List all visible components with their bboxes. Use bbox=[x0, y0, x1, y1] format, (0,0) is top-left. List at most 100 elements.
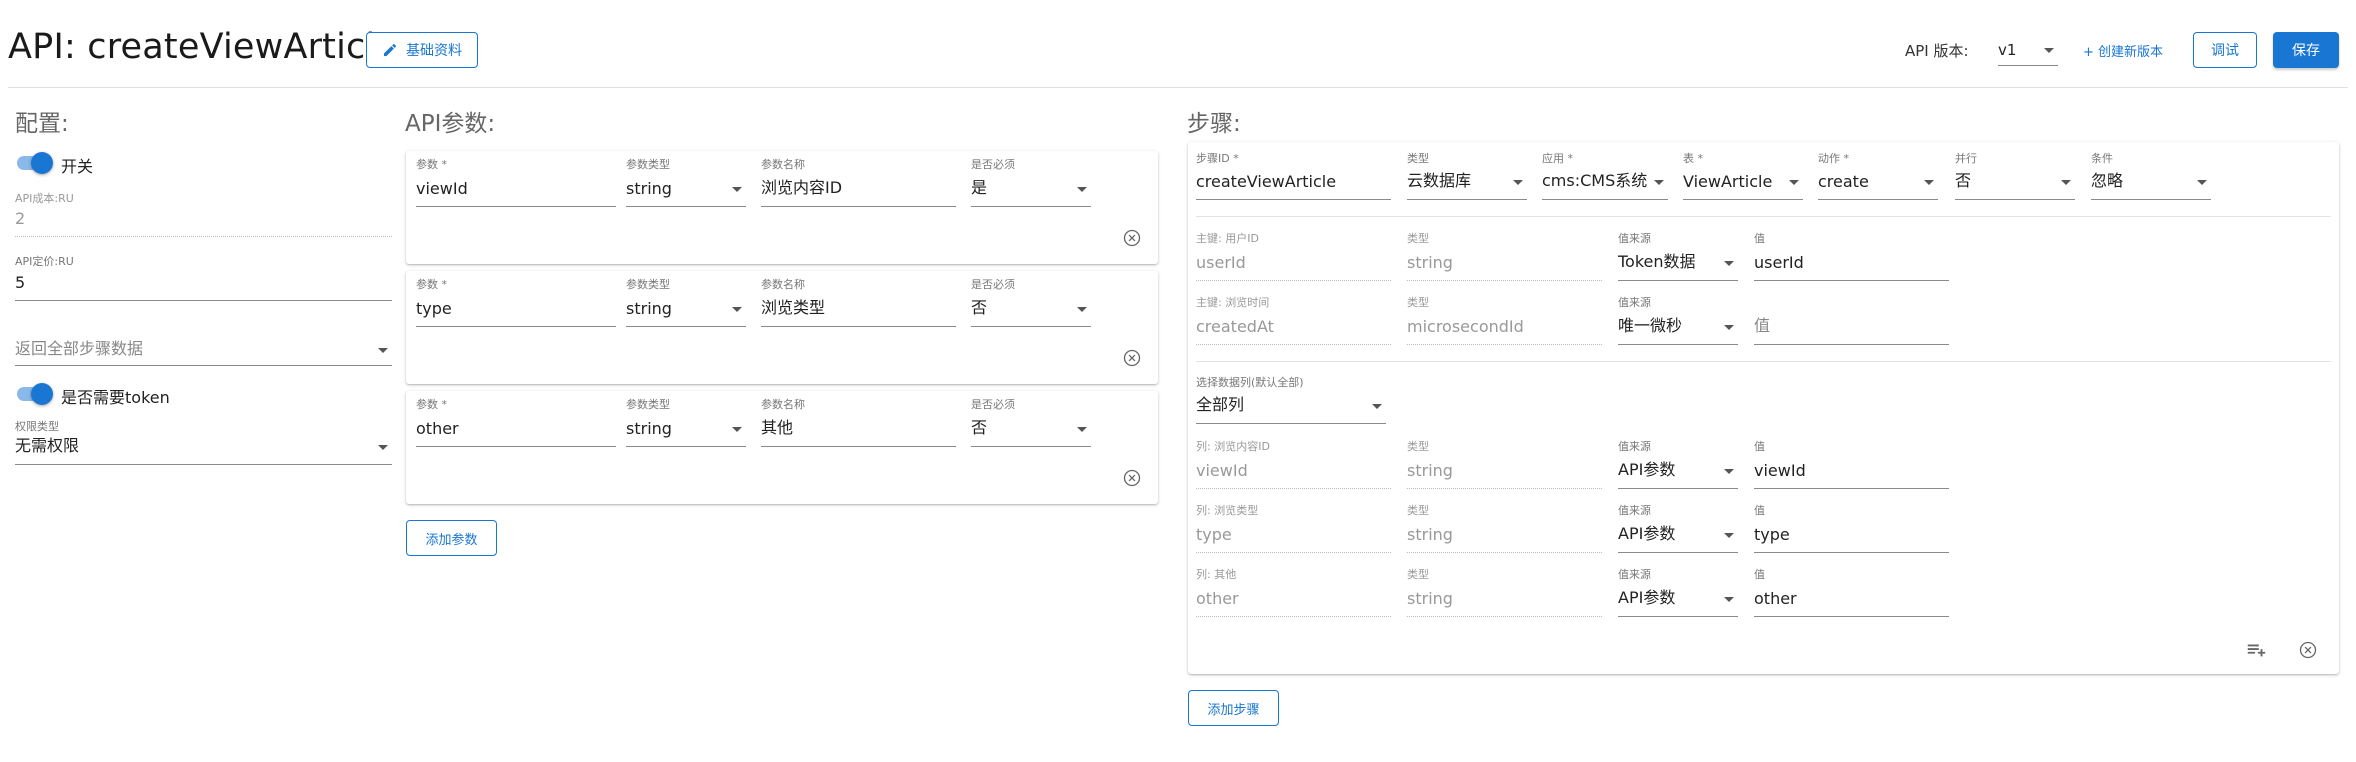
step-parallel-label: 并行 bbox=[1955, 152, 1977, 165]
column-source-label: 值来源 bbox=[1618, 568, 1651, 581]
caret-down-icon bbox=[2197, 180, 2207, 185]
close-circle-icon[interactable] bbox=[1122, 228, 1142, 248]
key-source-select[interactable]: 值来源 Token数据 bbox=[1618, 230, 1738, 281]
param-title-field[interactable]: 参数名称 浏览内容ID bbox=[761, 156, 956, 207]
column-type-field: 类型 string bbox=[1407, 566, 1602, 617]
param-type-select[interactable]: 参数类型 string bbox=[626, 276, 746, 327]
permission-select[interactable]: 权限类型 无需权限 bbox=[15, 418, 392, 465]
key-source-label: 值来源 bbox=[1618, 232, 1651, 245]
column-source-label: 值来源 bbox=[1618, 504, 1651, 517]
column-val-value: viewId bbox=[1754, 461, 1806, 480]
token-toggle[interactable] bbox=[15, 382, 53, 405]
param-title-label: 参数名称 bbox=[761, 278, 805, 291]
key-label: 主键: 浏览时间 bbox=[1196, 296, 1270, 309]
key-value: createdAt bbox=[1196, 317, 1274, 336]
column-field: 列: 浏览类型 type bbox=[1196, 502, 1391, 553]
column-val-value: type bbox=[1754, 525, 1790, 544]
column-val-field[interactable]: 值 other bbox=[1754, 566, 1949, 617]
column-source-select[interactable]: 值来源 API参数 bbox=[1618, 566, 1738, 617]
add-step-button[interactable]: 添加步骤 bbox=[1188, 690, 1279, 726]
param-type-select[interactable]: 参数类型 string bbox=[626, 396, 746, 447]
step-condition-select[interactable]: 条件 忽略 bbox=[2091, 150, 2211, 200]
column-val-field[interactable]: 值 viewId bbox=[1754, 438, 1949, 489]
param-name-field[interactable]: 参数 * viewId bbox=[416, 156, 616, 207]
column-type-field: 类型 string bbox=[1407, 438, 1602, 489]
param-type-select[interactable]: 参数类型 string bbox=[626, 156, 746, 207]
param-name-field[interactable]: 参数 * other bbox=[416, 396, 616, 447]
param-required-value: 是 bbox=[971, 178, 988, 197]
column-value: viewId bbox=[1196, 461, 1248, 480]
param-title-field[interactable]: 参数名称 其他 bbox=[761, 396, 956, 447]
api-version-label: API 版本: bbox=[1905, 42, 1969, 60]
step-action-select[interactable]: 动作 * create bbox=[1818, 150, 1938, 200]
page-title: API: createViewArticle bbox=[8, 27, 398, 67]
steps-section-title: 步骤: bbox=[1187, 111, 1241, 137]
param-value: other bbox=[416, 419, 459, 438]
step-app-select[interactable]: 应用 * cms:CMS系统 bbox=[1542, 150, 1668, 200]
key-val-label: 值 bbox=[1754, 232, 1765, 245]
api-cost-label: API成本:RU bbox=[15, 192, 74, 205]
column-val-label: 值 bbox=[1754, 504, 1765, 517]
caret-down-icon bbox=[1724, 597, 1734, 602]
key-val-field[interactable]: 值 userId bbox=[1754, 230, 1949, 281]
debug-button[interactable]: 调试 bbox=[2193, 32, 2257, 68]
params-section-title: API参数: bbox=[405, 111, 496, 137]
key-source-select[interactable]: 值来源 唯一微秒 bbox=[1618, 294, 1738, 345]
caret-down-icon bbox=[1724, 469, 1734, 474]
create-version-link[interactable]: + 创建新版本 bbox=[2083, 41, 2163, 60]
step-parallel-value: 否 bbox=[1955, 171, 1972, 190]
close-circle-icon[interactable] bbox=[2298, 640, 2318, 660]
column-source-select[interactable]: 值来源 API参数 bbox=[1618, 438, 1738, 489]
columns-select[interactable]: 选择数据列(默认全部) 全部列 bbox=[1196, 374, 1386, 424]
param-title-value: 浏览内容ID bbox=[761, 178, 843, 197]
step-table-select[interactable]: 表 * ViewArticle bbox=[1683, 150, 1803, 200]
param-required-label: 是否必须 bbox=[971, 158, 1015, 171]
key-type-field: 类型 microsecondId bbox=[1407, 294, 1602, 345]
return-data-select[interactable]: 返回全部步骤数据 bbox=[15, 330, 392, 366]
caret-down-icon bbox=[1077, 427, 1087, 432]
step-app-label: 应用 * bbox=[1542, 152, 1573, 165]
step-id-field[interactable]: 步骤ID * createViewArticle bbox=[1196, 150, 1391, 200]
playlist-add-icon[interactable] bbox=[2245, 639, 2267, 661]
api-price-field[interactable]: API定价:RU 5 bbox=[15, 253, 392, 301]
key-value: userId bbox=[1196, 253, 1246, 272]
enable-toggle[interactable] bbox=[15, 151, 53, 174]
param-name-field[interactable]: 参数 * type bbox=[416, 276, 616, 327]
basic-info-button[interactable]: 基础资料 bbox=[366, 32, 478, 68]
column-source-select[interactable]: 值来源 API参数 bbox=[1618, 502, 1738, 553]
param-type-label: 参数类型 bbox=[626, 158, 670, 171]
api-version-select[interactable]: v1 bbox=[1998, 34, 2058, 66]
param-required-select[interactable]: 是否必须 是 bbox=[971, 156, 1091, 207]
column-val-label: 值 bbox=[1754, 568, 1765, 581]
step-parallel-select[interactable]: 并行 否 bbox=[1955, 150, 2075, 200]
close-circle-icon[interactable] bbox=[1122, 468, 1142, 488]
close-circle-icon[interactable] bbox=[1122, 348, 1142, 368]
caret-down-icon bbox=[1654, 180, 1664, 185]
caret-down-icon bbox=[2061, 180, 2071, 185]
column-field: 列: 其他 other bbox=[1196, 566, 1391, 617]
add-param-button[interactable]: 添加参数 bbox=[406, 520, 497, 556]
param-value: type bbox=[416, 299, 452, 318]
param-required-select[interactable]: 是否必须 否 bbox=[971, 396, 1091, 447]
param-card: 参数 * viewId 参数类型 string 参数名称 浏览内容ID 是否必须… bbox=[406, 151, 1158, 264]
step-condition-label: 条件 bbox=[2091, 152, 2113, 165]
caret-down-icon bbox=[732, 427, 742, 432]
column-source-value: API参数 bbox=[1618, 460, 1676, 479]
column-source-label: 值来源 bbox=[1618, 440, 1651, 453]
token-toggle-label: 是否需要token bbox=[61, 388, 170, 407]
column-label: 列: 浏览类型 bbox=[1196, 504, 1259, 517]
caret-down-icon bbox=[378, 445, 388, 450]
key-source-value: 唯一微秒 bbox=[1618, 316, 1683, 335]
key-type-field: 类型 string bbox=[1407, 230, 1602, 281]
column-val-field[interactable]: 值 type bbox=[1754, 502, 1949, 553]
api-price-label: API定价:RU bbox=[15, 255, 74, 268]
param-type-value: string bbox=[626, 179, 672, 198]
key-val-field[interactable]: 值 bbox=[1754, 294, 1949, 345]
param-title-field[interactable]: 参数名称 浏览类型 bbox=[761, 276, 956, 327]
save-button[interactable]: 保存 bbox=[2273, 32, 2339, 68]
step-kind-select[interactable]: 类型 云数据库 bbox=[1407, 150, 1527, 200]
param-type-value: string bbox=[626, 419, 672, 438]
step-condition-value: 忽略 bbox=[2091, 171, 2124, 190]
caret-down-icon bbox=[1724, 325, 1734, 330]
param-required-select[interactable]: 是否必须 否 bbox=[971, 276, 1091, 327]
